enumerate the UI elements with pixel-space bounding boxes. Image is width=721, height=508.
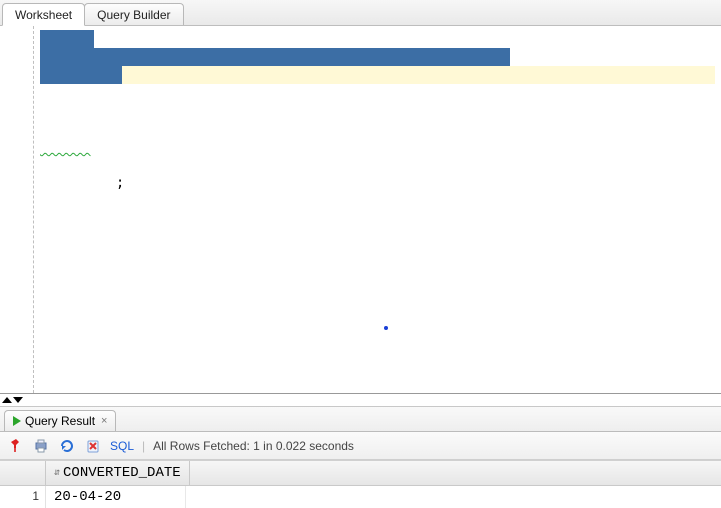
tab-query-builder[interactable]: Query Builder [84, 3, 183, 25]
selection-bg [40, 48, 510, 66]
refresh-icon[interactable] [58, 437, 76, 455]
code-area[interactable]: SELECT TO_DATE( '20 APR 2020', 'DD MON Y… [34, 26, 721, 393]
splitter[interactable] [0, 394, 721, 406]
selection-bg [40, 66, 122, 84]
editor-tabstrip: Worksheet Query Builder [0, 0, 721, 26]
collapse-down-icon[interactable] [13, 397, 23, 403]
print-icon[interactable] [32, 437, 50, 455]
sort-icon[interactable]: ⇵ [54, 470, 60, 477]
close-icon[interactable]: × [99, 415, 107, 427]
grid-header: ⇵ CONVERTED_DATE [0, 461, 721, 486]
row-number: 1 [0, 486, 46, 508]
caret-dot [384, 326, 388, 330]
fetch-status: All Rows Fetched: 1 in 0.022 seconds [153, 439, 354, 453]
sql-link[interactable]: SQL [110, 439, 134, 453]
current-line-highlight [40, 66, 715, 84]
sql-editor[interactable]: SELECT TO_DATE( '20 APR 2020', 'DD MON Y… [0, 26, 721, 394]
results-tabstrip: Query Result × [0, 406, 721, 432]
table-row[interactable]: 1 20-04-20 [0, 486, 721, 508]
editor-gutter [0, 26, 34, 393]
selection-bg [40, 30, 94, 48]
tab-query-result[interactable]: Query Result × [4, 410, 116, 431]
column-label: CONVERTED_DATE [63, 465, 181, 481]
separator: | [142, 439, 145, 453]
collapse-up-icon[interactable] [2, 397, 12, 403]
code-text: SELECT TO_DATE( '20 APR 2020', 'DD MON Y… [40, 138, 715, 192]
row-number-header [0, 461, 46, 485]
results-toolbar: SQL | All Rows Fetched: 1 in 0.022 secon… [0, 432, 721, 460]
delete-icon[interactable] [84, 437, 102, 455]
results-tab-label: Query Result [25, 414, 95, 428]
cell-converted-date[interactable]: 20-04-20 [46, 486, 186, 508]
column-header[interactable]: ⇵ CONVERTED_DATE [46, 461, 190, 485]
pin-icon[interactable] [6, 437, 24, 455]
tab-worksheet[interactable]: Worksheet [2, 3, 85, 26]
run-icon [13, 416, 21, 426]
results-grid[interactable]: ⇵ CONVERTED_DATE 1 20-04-20 [0, 460, 721, 508]
